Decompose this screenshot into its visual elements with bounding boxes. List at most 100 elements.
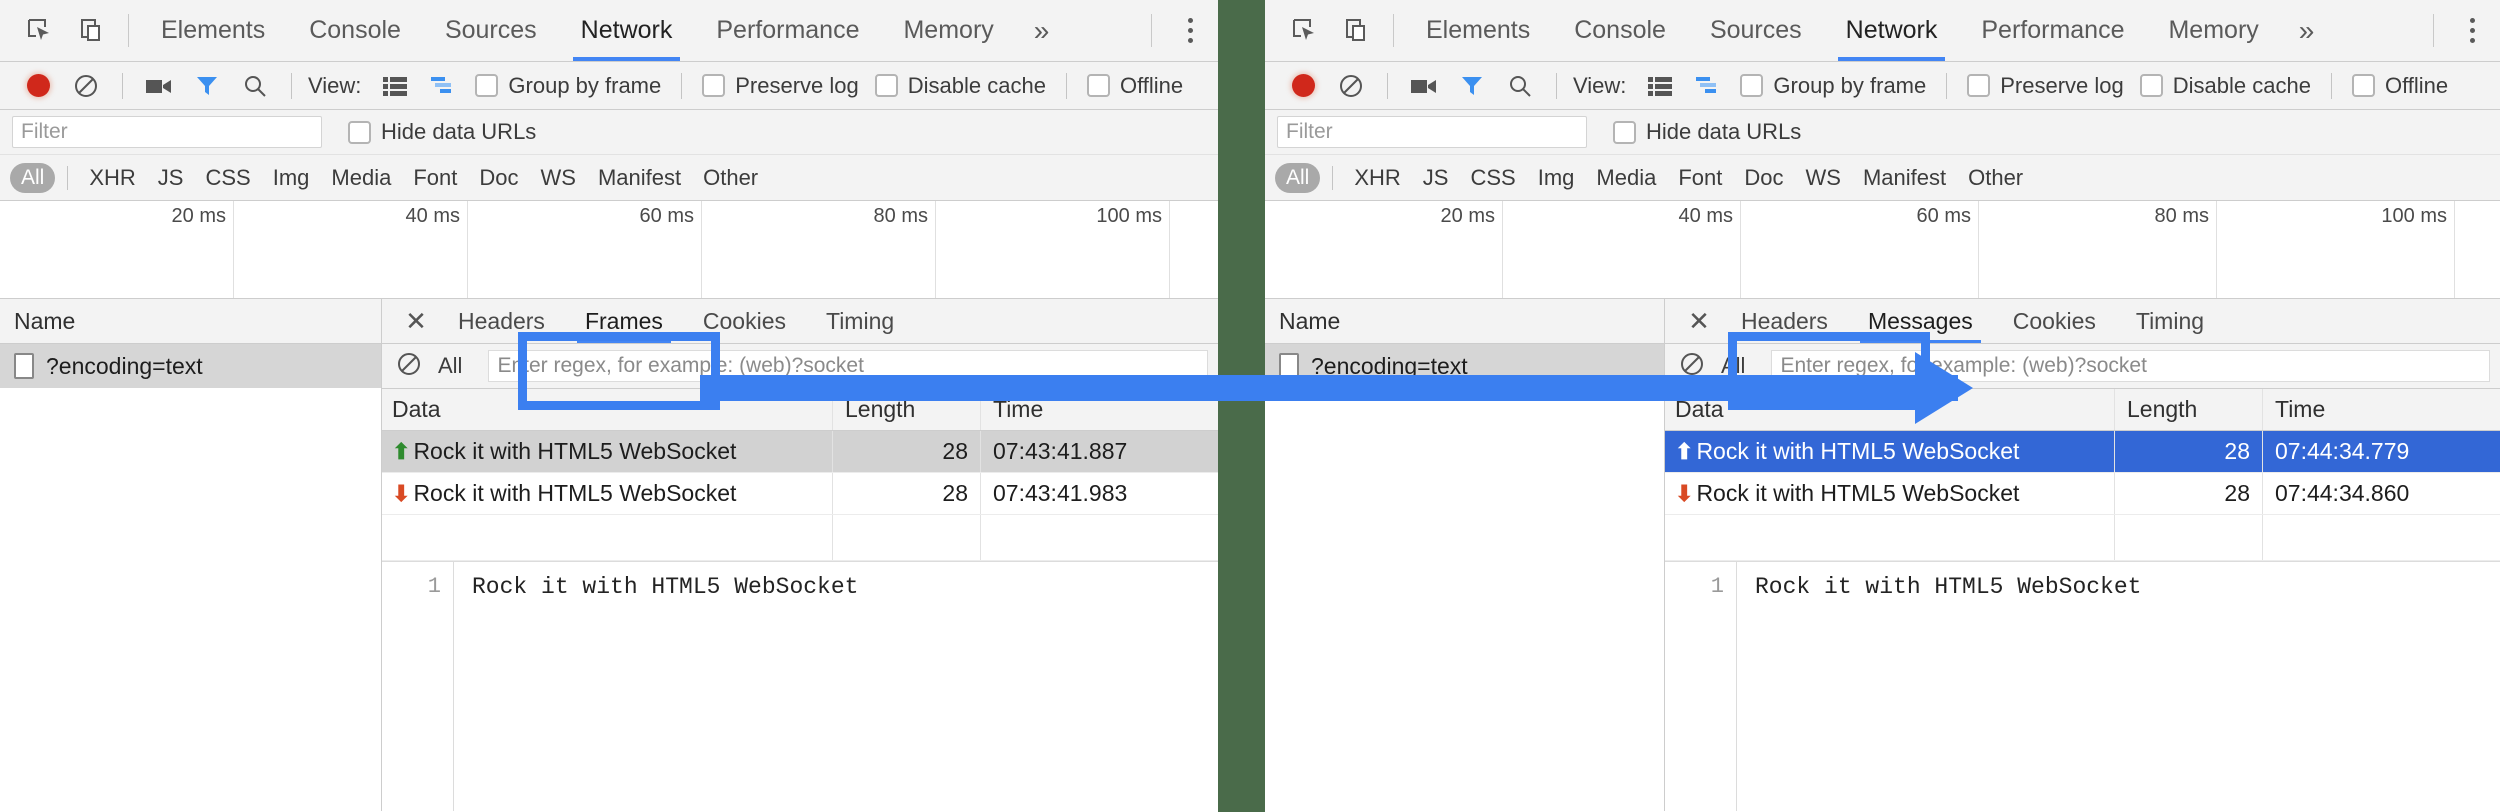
type-filter-xhr[interactable]: XHR	[1345, 163, 1409, 193]
disable-cache-checkbox[interactable]: Disable cache	[2140, 73, 2311, 99]
regex-filter-input[interactable]: Enter regex, for example: (web)?socket	[488, 350, 1208, 382]
capture-screenshots-icon[interactable]	[1400, 76, 1448, 96]
filter-input[interactable]: Filter	[1277, 116, 1587, 148]
tab-network[interactable]: Network	[559, 0, 695, 61]
detail-tab-cookies[interactable]: Cookies	[1993, 299, 2116, 343]
detail-tab-timing[interactable]: Timing	[2116, 299, 2224, 343]
tab-console[interactable]: Console	[1552, 0, 1688, 61]
type-filter-js[interactable]: JS	[149, 163, 193, 193]
type-filter-css[interactable]: CSS	[1461, 163, 1524, 193]
record-icon[interactable]	[1279, 74, 1327, 97]
preserve-log-checkbox[interactable]: Preserve log	[1967, 73, 2124, 99]
checkbox-box[interactable]	[348, 121, 371, 144]
close-icon[interactable]: ✕	[394, 299, 438, 343]
request-row[interactable]: ?encoding=text	[0, 344, 381, 388]
detail-tab-headers[interactable]: Headers	[438, 299, 565, 343]
type-filter-manifest[interactable]: Manifest	[1854, 163, 1955, 193]
device-toolbar-icon[interactable]	[1331, 0, 1383, 61]
more-options-icon[interactable]	[2444, 0, 2500, 61]
close-icon[interactable]: ✕	[1677, 299, 1721, 343]
hide-data-urls-checkbox[interactable]: Hide data URLs	[348, 119, 536, 145]
group-by-frame-checkbox[interactable]: Group by frame	[1740, 73, 1926, 99]
checkbox-box[interactable]	[2140, 74, 2163, 97]
checkbox-box[interactable]	[1740, 74, 1763, 97]
type-filter-other[interactable]: Other	[1959, 163, 2032, 193]
detail-tab-headers[interactable]: Headers	[1721, 299, 1848, 343]
tab-sources[interactable]: Sources	[1688, 0, 1824, 61]
detail-tab-timing[interactable]: Timing	[806, 299, 914, 343]
offline-checkbox[interactable]: Offline	[1087, 73, 1183, 99]
more-options-icon[interactable]	[1162, 0, 1218, 61]
filter-funnel-icon[interactable]	[183, 74, 231, 98]
tab-overflow-chevron[interactable]: »	[1016, 0, 1068, 61]
frame-row[interactable]: ⬆ Rock it with HTML5 WebSocket 28 07:43:…	[382, 431, 1218, 473]
filter-input[interactable]: Filter	[12, 116, 322, 148]
search-icon[interactable]	[1496, 74, 1544, 98]
filter-funnel-icon[interactable]	[1448, 74, 1496, 98]
type-filter-doc[interactable]: Doc	[470, 163, 527, 193]
type-filter-media[interactable]: Media	[1587, 163, 1665, 193]
checkbox-box[interactable]	[1087, 74, 1110, 97]
frame-row[interactable]: ⬇ Rock it with HTML5 WebSocket 28 07:43:…	[382, 473, 1218, 515]
search-icon[interactable]	[231, 74, 279, 98]
inspect-element-icon[interactable]	[14, 0, 66, 61]
checkbox-box[interactable]	[1613, 121, 1636, 144]
tab-memory[interactable]: Memory	[881, 0, 1015, 61]
column-header-data[interactable]: Data	[382, 396, 832, 423]
no-filter-icon[interactable]	[1679, 351, 1705, 382]
clear-icon[interactable]	[1327, 73, 1375, 99]
tab-elements[interactable]: Elements	[1404, 0, 1552, 61]
message-row[interactable]: ⬆ Rock it with HTML5 WebSocket 28 07:44:…	[1665, 431, 2500, 473]
column-header-data[interactable]: Data	[1665, 396, 2114, 423]
checkbox-box[interactable]	[875, 74, 898, 97]
hide-data-urls-checkbox[interactable]: Hide data URLs	[1613, 119, 1801, 145]
tab-memory[interactable]: Memory	[2146, 0, 2280, 61]
type-filter-font[interactable]: Font	[1669, 163, 1731, 193]
request-list-header[interactable]: Name	[0, 299, 381, 344]
detail-tab-frames[interactable]: Frames	[565, 299, 683, 343]
tab-console[interactable]: Console	[287, 0, 423, 61]
tab-performance[interactable]: Performance	[694, 0, 881, 61]
group-by-frame-checkbox[interactable]: Group by frame	[475, 73, 661, 99]
clear-icon[interactable]	[62, 73, 110, 99]
disable-cache-checkbox[interactable]: Disable cache	[875, 73, 1046, 99]
type-filter-all[interactable]: All	[1275, 163, 1320, 193]
type-filter-manifest[interactable]: Manifest	[589, 163, 690, 193]
network-overview-timeline[interactable]: 20 ms 40 ms 60 ms 80 ms 100 ms	[1265, 201, 2500, 299]
regex-filter-input[interactable]: Enter regex, for example: (web)?socket	[1771, 350, 2490, 382]
tab-elements[interactable]: Elements	[139, 0, 287, 61]
column-header-time[interactable]: Time	[2262, 389, 2500, 430]
checkbox-box[interactable]	[475, 74, 498, 97]
type-filter-media[interactable]: Media	[322, 163, 400, 193]
type-filter-css[interactable]: CSS	[196, 163, 259, 193]
request-list-header[interactable]: Name	[1265, 299, 1664, 344]
no-filter-icon[interactable]	[396, 351, 422, 382]
type-filter-xhr[interactable]: XHR	[80, 163, 144, 193]
column-header-length[interactable]: Length	[832, 389, 980, 430]
waterfall-view-icon[interactable]	[419, 76, 467, 96]
checkbox-box[interactable]	[1967, 74, 1990, 97]
list-view-icon[interactable]	[371, 76, 419, 96]
tab-performance[interactable]: Performance	[1959, 0, 2146, 61]
checkbox-box[interactable]	[2352, 74, 2375, 97]
capture-screenshots-icon[interactable]	[135, 76, 183, 96]
record-icon[interactable]	[14, 74, 62, 97]
waterfall-view-icon[interactable]	[1684, 76, 1732, 96]
detail-tab-messages[interactable]: Messages	[1848, 299, 1993, 343]
type-filter-all[interactable]: All	[10, 163, 55, 193]
type-filter-doc[interactable]: Doc	[1735, 163, 1792, 193]
detail-tab-cookies[interactable]: Cookies	[683, 299, 806, 343]
network-overview-timeline[interactable]: 20 ms 40 ms 60 ms 80 ms 100 ms	[0, 201, 1218, 299]
list-view-icon[interactable]	[1636, 76, 1684, 96]
offline-checkbox[interactable]: Offline	[2352, 73, 2448, 99]
message-filter-all-label[interactable]: All	[1721, 353, 1745, 379]
type-filter-img[interactable]: Img	[264, 163, 319, 193]
request-row[interactable]: ?encoding=text	[1265, 344, 1664, 388]
inspect-element-icon[interactable]	[1279, 0, 1331, 61]
tab-overflow-chevron[interactable]: »	[2281, 0, 2333, 61]
message-row[interactable]: ⬇ Rock it with HTML5 WebSocket 28 07:44:…	[1665, 473, 2500, 515]
message-filter-all-label[interactable]: All	[438, 353, 462, 379]
column-header-length[interactable]: Length	[2114, 389, 2262, 430]
tab-sources[interactable]: Sources	[423, 0, 559, 61]
type-filter-ws[interactable]: WS	[532, 163, 585, 193]
